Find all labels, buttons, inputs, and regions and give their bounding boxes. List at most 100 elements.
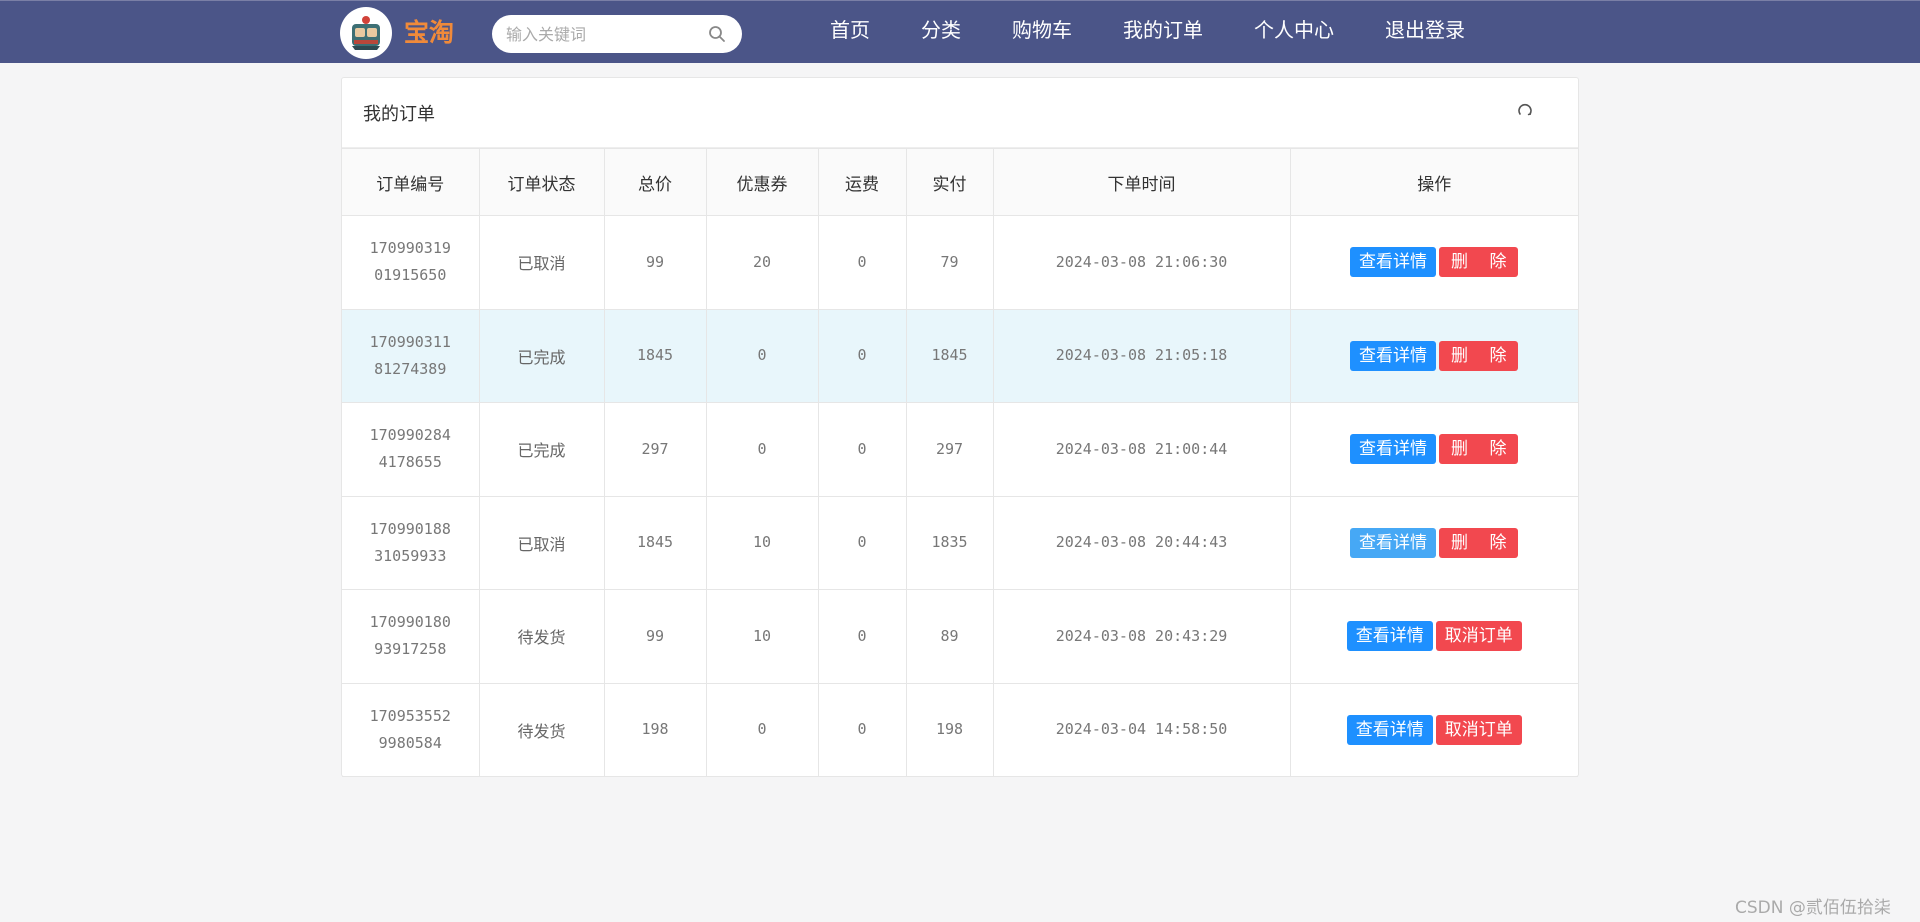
order-total: 1845 <box>603 495 707 590</box>
order-coupon: 0 <box>705 308 819 403</box>
view-details-button[interactable]: 查看详情 <box>1350 527 1437 558</box>
delete-button[interactable]: 删 除 <box>1439 434 1519 465</box>
order-id-cell: 170990311 81274389 <box>342 308 480 403</box>
brand-name[interactable]: 宝淘 <box>404 13 454 49</box>
order-id-line1: 170990319 <box>369 239 451 258</box>
order-status: 待发货 <box>478 589 605 684</box>
order-shipping: 0 <box>817 495 907 590</box>
order-id-line1: 170990180 <box>369 613 451 632</box>
order-time: 2024-03-08 20:43:29 <box>992 589 1291 684</box>
order-actions: 查看详情删 除 <box>1289 402 1578 497</box>
column-header-paid: 实付 <box>905 148 994 216</box>
order-paid: 89 <box>905 589 994 684</box>
order-id-line2: 01915650 <box>374 266 447 285</box>
nav-my-orders[interactable]: 我的订单 <box>1123 1 1203 61</box>
order-id-line2: 31059933 <box>374 546 447 565</box>
order-shipping: 0 <box>817 308 907 403</box>
delete-button[interactable]: 删 除 <box>1439 527 1519 558</box>
search-icon[interactable] <box>708 25 726 43</box>
order-actions: 查看详情删 除 <box>1289 215 1578 310</box>
order-id-line1: 170990284 <box>369 426 451 445</box>
panel-header: 我的订单 <box>342 78 1578 148</box>
refresh-icon[interactable] <box>1516 101 1534 119</box>
view-details-button[interactable]: 查看详情 <box>1350 247 1437 278</box>
table-header-row: 订单编号 订单状态 总价 优惠券 运费 实付 下单时间 操作 <box>342 148 1578 216</box>
order-actions: 查看详情删 除 <box>1289 308 1578 403</box>
column-header-coupon: 优惠券 <box>705 148 819 216</box>
orders-panel: 我的订单 订单编号 订单状态 总价 优惠券 运费 实付 下单时间 操作 1709… <box>341 77 1579 777</box>
order-total: 99 <box>603 215 707 310</box>
table-row: 170990180 93917258 待发货 99 10 0 89 2024-03… <box>342 589 1578 684</box>
order-shipping: 0 <box>817 682 907 777</box>
order-id-line2: 9980584 <box>378 733 442 752</box>
order-status: 已取消 <box>478 495 605 590</box>
order-shipping: 0 <box>817 589 907 684</box>
order-total: 297 <box>603 402 707 497</box>
order-actions: 查看详情删 除 <box>1289 495 1578 590</box>
view-details-button[interactable]: 查看详情 <box>1346 714 1433 745</box>
column-header-order-time: 下单时间 <box>992 148 1291 216</box>
top-navbar: 宝淘 首页 分类 购物车 我的订单 个人中心 退出登录 <box>0 0 1920 63</box>
order-id-line2: 93917258 <box>374 640 447 659</box>
order-total: 198 <box>603 682 707 777</box>
orders-table: 订单编号 订单状态 总价 优惠券 运费 实付 下单时间 操作 170990319… <box>342 148 1578 777</box>
view-details-button[interactable]: 查看详情 <box>1350 340 1437 371</box>
watermark: CSDN @贰佰伍拾柒 <box>1735 898 1891 918</box>
delete-button[interactable]: 删 除 <box>1439 340 1519 371</box>
order-time: 2024-03-08 20:44:43 <box>992 495 1291 590</box>
order-time: 2024-03-08 21:00:44 <box>992 402 1291 497</box>
cancel-order-button[interactable]: 取消订单 <box>1435 621 1522 652</box>
order-actions: 查看详情 取消订单 <box>1289 682 1578 777</box>
nav-category[interactable]: 分类 <box>921 1 961 61</box>
nav-home[interactable]: 首页 <box>830 1 870 61</box>
order-id-line1: 170990188 <box>369 519 451 538</box>
order-total: 1845 <box>603 308 707 403</box>
order-id-cell: 170990180 93917258 <box>342 589 480 684</box>
order-time: 2024-03-08 21:06:30 <box>992 215 1291 310</box>
order-coupon: 20 <box>705 215 819 310</box>
order-paid: 79 <box>905 215 994 310</box>
order-coupon: 10 <box>705 495 819 590</box>
view-details-button[interactable]: 查看详情 <box>1350 434 1437 465</box>
order-actions: 查看详情 取消订单 <box>1289 589 1578 684</box>
logo[interactable] <box>340 7 392 59</box>
order-id-line1: 170953552 <box>369 706 451 725</box>
nav-cart[interactable]: 购物车 <box>1012 1 1072 61</box>
table-row: 170953552 9980584 待发货 198 0 0 198 2024-03… <box>342 682 1578 777</box>
order-shipping: 0 <box>817 215 907 310</box>
column-header-order-id: 订单编号 <box>342 148 480 216</box>
order-id-line1: 170990311 <box>369 332 451 351</box>
column-header-shipping: 运费 <box>817 148 907 216</box>
order-paid: 297 <box>905 402 994 497</box>
order-paid: 198 <box>905 682 994 777</box>
table-row: 170990311 81274389 已完成 1845 0 0 1845 2024… <box>342 308 1578 403</box>
order-id-cell: 170990319 01915650 <box>342 215 480 310</box>
logo-icon <box>344 11 388 55</box>
nav-profile[interactable]: 个人中心 <box>1254 1 1334 61</box>
delete-button[interactable]: 删 除 <box>1439 247 1519 278</box>
search-input[interactable] <box>506 15 696 53</box>
order-id-line2: 81274389 <box>374 359 447 378</box>
order-status: 已取消 <box>478 215 605 310</box>
order-total: 99 <box>603 589 707 684</box>
order-time: 2024-03-04 14:58:50 <box>992 682 1291 777</box>
column-header-total: 总价 <box>603 148 707 216</box>
order-coupon: 10 <box>705 589 819 684</box>
order-status: 已完成 <box>478 308 605 403</box>
order-status: 待发货 <box>478 682 605 777</box>
order-id-line2: 4178655 <box>378 453 442 472</box>
table-row: 170990284 4178655 已完成 297 0 0 297 2024-03… <box>342 402 1578 497</box>
order-id-cell: 170953552 9980584 <box>342 682 480 777</box>
order-id-cell: 170990284 4178655 <box>342 402 480 497</box>
order-paid: 1845 <box>905 308 994 403</box>
table-row: 170990319 01915650 已取消 99 20 0 79 2024-03… <box>342 215 1578 310</box>
view-details-button[interactable]: 查看详情 <box>1346 621 1433 652</box>
cancel-order-button[interactable]: 取消订单 <box>1435 714 1522 745</box>
order-coupon: 0 <box>705 682 819 777</box>
order-status: 已完成 <box>478 402 605 497</box>
nav-logout[interactable]: 退出登录 <box>1385 1 1465 61</box>
column-header-actions: 操作 <box>1289 148 1578 216</box>
page-title: 我的订单 <box>363 104 435 125</box>
search-box <box>492 15 742 53</box>
order-time: 2024-03-08 21:05:18 <box>992 308 1291 403</box>
